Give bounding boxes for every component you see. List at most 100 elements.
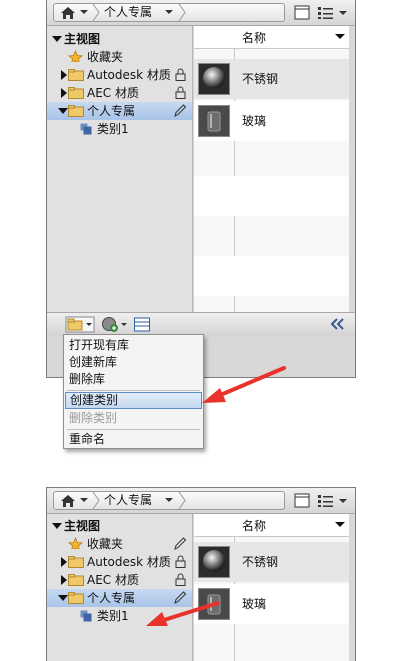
star-icon — [68, 537, 84, 549]
sort-arrow-icon[interactable] — [335, 521, 345, 529]
material-name: 玻璃 — [242, 114, 267, 128]
tree-item-autodesk-materials[interactable]: Autodesk 材质 — [47, 66, 192, 84]
library-tree: 主视图 收藏夹 Autodesk 材质 AEC 材质 个人专属 类别1 — [47, 514, 193, 661]
material-row[interactable]: 不锈钢 — [194, 542, 349, 582]
menu-item-create-library[interactable]: 创建新库 — [65, 354, 202, 371]
menu-item-create-category[interactable]: 创建类别 — [65, 392, 202, 409]
breadcrumb-separator-icon — [178, 4, 186, 21]
pencil-icon[interactable] — [173, 536, 187, 551]
folder-icon — [68, 592, 84, 604]
pencil-icon[interactable] — [173, 103, 187, 118]
tree-item-category1[interactable]: 类别1 — [47, 120, 192, 138]
material-row[interactable]: 玻璃 — [194, 101, 349, 141]
single-pane-icon[interactable] — [293, 492, 311, 509]
chevron-down-icon[interactable] — [164, 492, 174, 509]
top-toolbar: 个人专属 — [47, 0, 355, 26]
annotation-arrow — [202, 366, 286, 403]
tree-item-label: 类别1 — [97, 122, 129, 136]
collapse-arrow-icon[interactable] — [61, 88, 67, 98]
tree-item-label: 主视图 — [64, 32, 101, 46]
collapse-arrow-icon[interactable] — [61, 575, 67, 585]
breadcrumb-separator-icon — [178, 492, 186, 509]
tree-item-label: 主视图 — [64, 519, 101, 533]
material-browser-bottom: 个人专属 主视图 收藏夹 Autodesk 材质 AEC 材质 个人专属 类别1… — [46, 487, 356, 661]
tree-item-label: 个人专属 — [87, 104, 136, 118]
home-icon[interactable] — [59, 493, 77, 510]
collapse-arrow-icon[interactable] — [61, 70, 67, 80]
lock-icon — [175, 555, 186, 568]
expand-icon[interactable] — [52, 523, 62, 529]
column-header-label: 名称 — [242, 519, 267, 533]
tree-item-label: Autodesk 材质 — [87, 555, 171, 569]
library-context-menu: 打开现有库 创建新库 删除库 创建类别 删除类别 重命名 — [63, 334, 204, 449]
material-list: 名称 不锈钢 玻璃 — [194, 514, 349, 661]
menu-separator — [67, 390, 200, 391]
folder-icon — [68, 105, 84, 117]
material-thumbnail — [198, 105, 230, 137]
collapse-arrow-icon[interactable] — [61, 557, 67, 567]
menu-separator — [67, 429, 200, 430]
tree-item-label: Autodesk 材质 — [87, 68, 171, 82]
folder-icon — [68, 69, 84, 81]
tree-item-home[interactable]: 主视图 — [47, 30, 192, 48]
material-row[interactable]: 不锈钢 — [194, 59, 349, 99]
tree-item-home[interactable]: 主视图 — [47, 517, 192, 535]
empty-row — [194, 256, 349, 296]
tree-item-personal-library[interactable]: 个人专属 — [47, 102, 192, 120]
menu-item-rename[interactable]: 重命名 — [65, 431, 202, 448]
menu-item-open-library[interactable]: 打开现有库 — [65, 337, 202, 354]
menu-item-delete-category: 删除类别 — [69, 411, 118, 425]
list-view-icon[interactable] — [315, 4, 349, 21]
material-thumbnail — [198, 546, 230, 578]
column-header[interactable]: 名称 — [194, 514, 349, 537]
sphere-preview — [199, 64, 229, 94]
chevron-down-icon[interactable] — [79, 4, 89, 21]
collapse-panel-icon[interactable] — [329, 318, 345, 330]
tree-item-autodesk-materials[interactable]: Autodesk 材质 — [47, 553, 192, 571]
annotation-arrow — [146, 601, 220, 626]
tree-item-label: 个人专属 — [87, 591, 136, 605]
top-toolbar: 个人专属 — [47, 488, 355, 514]
folder-icon — [68, 87, 84, 99]
expand-icon[interactable] — [52, 36, 62, 42]
lock-icon — [175, 573, 186, 586]
folder-icon — [68, 574, 84, 586]
material-name: 不锈钢 — [242, 72, 279, 86]
star-icon — [68, 50, 84, 62]
material-name: 玻璃 — [242, 597, 267, 611]
material-editor-icon[interactable] — [133, 316, 151, 333]
tree-item-favorites[interactable]: 收藏夹 — [47, 535, 192, 553]
tree-item-label: AEC 材质 — [87, 573, 139, 587]
sphere-preview — [199, 547, 229, 577]
list-view-icon[interactable] — [315, 492, 349, 509]
chevron-down-icon[interactable] — [164, 4, 174, 21]
chevron-down-icon[interactable] — [79, 492, 89, 509]
lock-icon — [175, 68, 186, 81]
tree-item-label: 收藏夹 — [87, 537, 124, 551]
expand-icon[interactable] — [58, 595, 68, 601]
breadcrumb-current[interactable]: 个人专属 — [104, 492, 152, 509]
category-icon — [80, 123, 92, 135]
breadcrumb-current[interactable]: 个人专属 — [104, 4, 152, 21]
expand-icon[interactable] — [58, 108, 68, 114]
breadcrumb-separator-icon — [92, 4, 100, 21]
lock-icon — [175, 86, 186, 99]
breadcrumb: 个人专属 — [53, 491, 285, 510]
create-material-icon[interactable] — [101, 316, 129, 333]
tree-item-aec-materials[interactable]: AEC 材质 — [47, 571, 192, 589]
library-folder-icon[interactable] — [65, 316, 95, 333]
tree-item-label: 收藏夹 — [87, 50, 124, 64]
sort-arrow-icon[interactable] — [335, 33, 345, 41]
column-header-label: 名称 — [242, 31, 267, 45]
breadcrumb-separator-icon — [92, 492, 100, 509]
home-icon[interactable] — [59, 5, 77, 22]
tree-item-aec-materials[interactable]: AEC 材质 — [47, 84, 192, 102]
material-browser-top: 个人专属 主视图 收藏夹 Autodesk 材质 AEC 材质 个人专属 类别1… — [46, 0, 356, 378]
column-header[interactable]: 名称 — [194, 26, 349, 49]
menu-item-delete-library[interactable]: 删除库 — [65, 371, 202, 388]
tree-item-favorites[interactable]: 收藏夹 — [47, 48, 192, 66]
folder-icon — [68, 556, 84, 568]
glass-preview — [199, 106, 229, 136]
breadcrumb: 个人专属 — [53, 3, 285, 22]
single-pane-icon[interactable] — [293, 4, 311, 21]
